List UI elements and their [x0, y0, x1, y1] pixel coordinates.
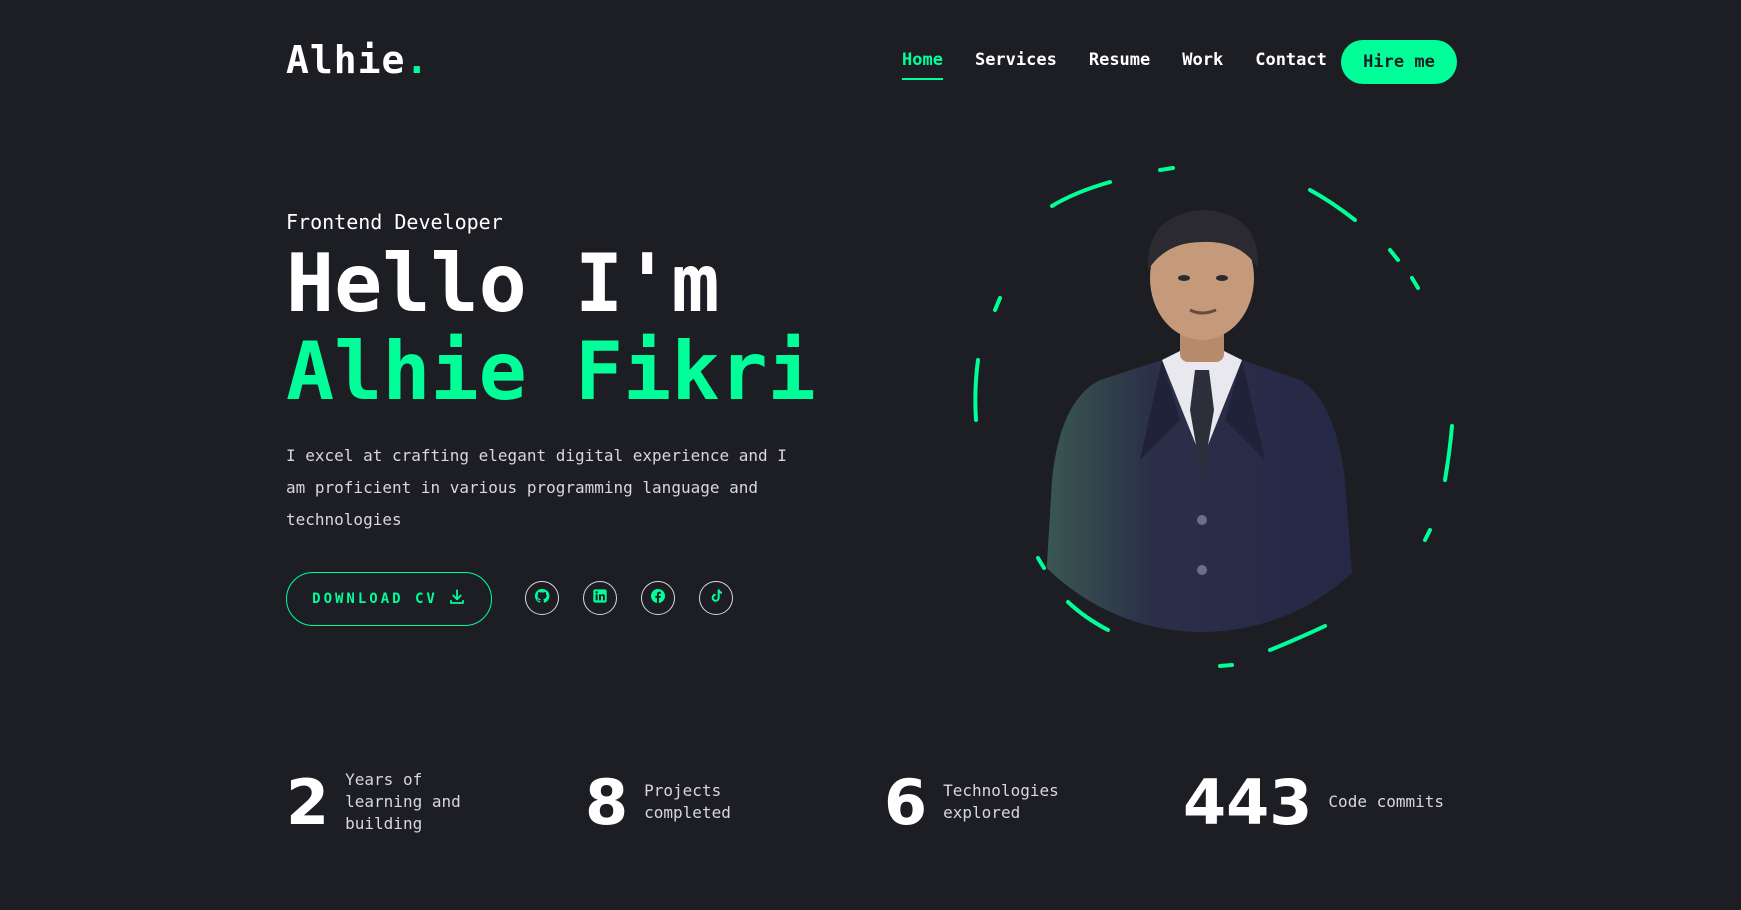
stat-label: Years of learning and building [345, 770, 461, 833]
stat-label: Technologies explored [943, 781, 1059, 822]
hero-description: I excel at crafting elegant digital expe… [286, 446, 787, 529]
github-link[interactable] [525, 581, 559, 615]
stat-projects: 8 Projects completed [585, 762, 774, 842]
linkedin-link[interactable] [583, 581, 617, 615]
stat-value: 8 [585, 765, 629, 839]
stat-technologies: 6 Technologies explored [884, 762, 1073, 842]
logo-text: Alhie [286, 38, 406, 82]
stat-years: 2 Years of learning and building [286, 762, 475, 842]
page: Alhie. Home Services Resume Work Contact… [0, 0, 1741, 910]
person-figure [1040, 210, 1360, 632]
role-title: Frontend Developer [286, 210, 503, 234]
stat-value: 443 [1183, 765, 1313, 839]
tiktok-icon [708, 588, 724, 608]
main-nav: Home Services Resume Work Contact [902, 50, 1327, 80]
download-icon [448, 588, 466, 610]
stat-value: 2 [286, 765, 330, 839]
social-links [525, 581, 733, 615]
stat-label: Code commits [1328, 792, 1445, 811]
nav-services[interactable]: Services [975, 50, 1057, 80]
facebook-link[interactable] [641, 581, 675, 615]
download-cv-button[interactable]: DOWNLOAD CV [286, 572, 492, 626]
stat-value: 6 [884, 765, 928, 839]
nav-home[interactable]: Home [902, 50, 943, 80]
greeting-heading: Hello I'm [286, 237, 720, 330]
logo[interactable]: Alhie. [286, 38, 429, 82]
stat-commits: 443 Code commits [1183, 762, 1458, 842]
profile-photo [973, 166, 1454, 668]
name-heading: Alhie Fikri [286, 325, 816, 418]
stat-label: Projects completed [644, 781, 731, 822]
logo-dot: . [405, 38, 430, 82]
stats-row: 2 Years of learning and building 8 Proje… [286, 762, 1486, 842]
download-cv-label: DOWNLOAD CV [312, 591, 438, 607]
facebook-icon [650, 588, 666, 608]
linkedin-icon [592, 588, 608, 608]
github-icon [534, 588, 550, 608]
hire-me-button[interactable]: Hire me [1341, 40, 1457, 84]
nav-contact[interactable]: Contact [1255, 50, 1327, 80]
nav-work[interactable]: Work [1182, 50, 1223, 80]
tiktok-link[interactable] [699, 581, 733, 615]
nav-resume[interactable]: Resume [1089, 50, 1150, 80]
